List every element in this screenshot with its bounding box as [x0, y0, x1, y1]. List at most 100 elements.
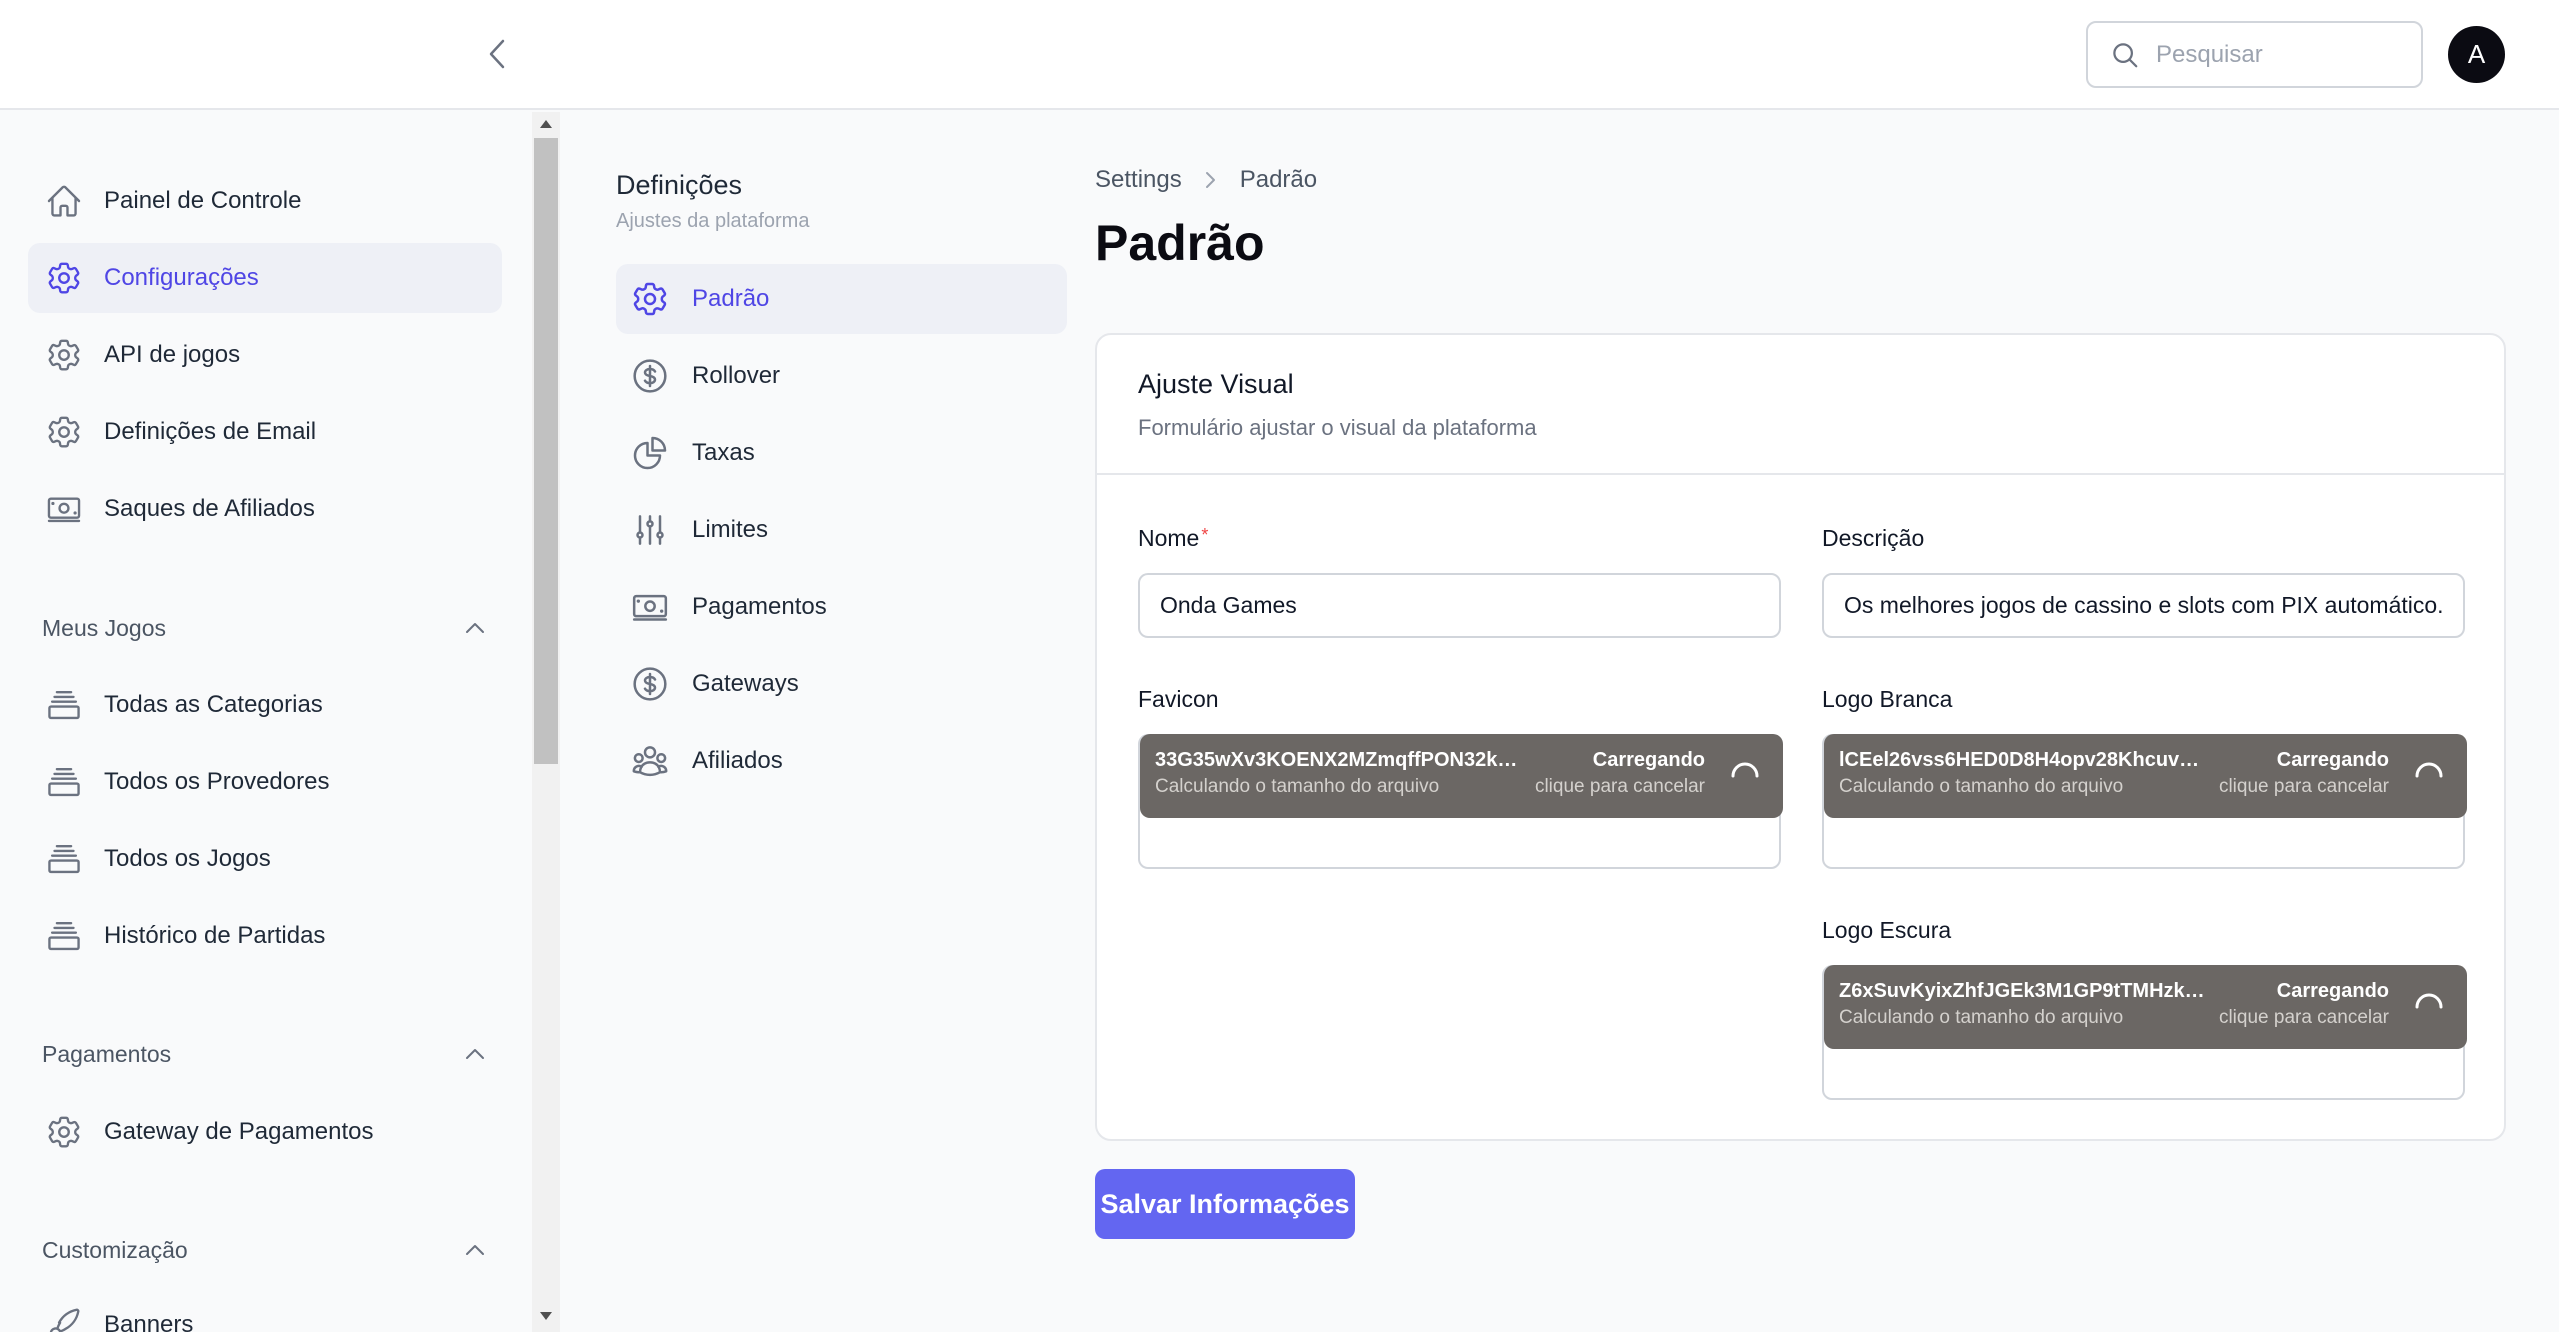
- descricao-input[interactable]: [1822, 573, 2465, 638]
- sidebar-item-todas-as-categorias[interactable]: Todas as Categorias: [28, 670, 502, 740]
- sidebar-item-label: Histórico de Partidas: [104, 922, 326, 949]
- file-upload-item[interactable]: lCEel26vss6HED0D8H4opv28Khcuv63zvW... Ca…: [1824, 734, 2467, 818]
- sidebar-item-label: Configurações: [104, 264, 259, 291]
- home-icon: [44, 181, 84, 221]
- sidebar-item-painel-de-controle[interactable]: Painel de Controle: [28, 166, 502, 236]
- stack-icon: [44, 762, 84, 802]
- nome-label-text: Nome: [1138, 525, 1200, 551]
- chevron-up-icon: [466, 623, 484, 633]
- sidebar-item-label: Todos os Provedores: [104, 768, 330, 795]
- breadcrumb-current[interactable]: Padrão: [1240, 166, 1317, 194]
- page-title: Padrão: [1095, 215, 1265, 271]
- brush-icon: [44, 1305, 84, 1332]
- file-status: Carregando: [2276, 980, 2389, 1002]
- file-status: Carregando: [1592, 749, 1705, 771]
- nome-input[interactable]: [1138, 573, 1781, 638]
- settings-nav-item-afiliados[interactable]: Afiliados: [616, 726, 1067, 796]
- sidebar-item-definicoes-de-email[interactable]: Definições de Email: [28, 397, 502, 467]
- settings-nav-subtitle: Ajustes da plataforma: [616, 210, 810, 232]
- sidebar-scrollbar[interactable]: [532, 112, 560, 1332]
- chevron-up-icon: [466, 1245, 484, 1255]
- settings-nav-item-rollover[interactable]: Rollover: [616, 341, 1067, 411]
- file-status: Carregando: [2276, 749, 2389, 771]
- file-name: lCEel26vss6HED0D8H4opv28Khcuv63zvW...: [1839, 749, 2209, 771]
- cancel-upload-link[interactable]: clique para cancelar: [1535, 776, 1705, 798]
- favicon-label: Favicon: [1138, 686, 1219, 712]
- settings-nav-item-gateways[interactable]: Gateways: [616, 649, 1067, 719]
- section-title: Customização: [42, 1236, 188, 1263]
- section-toggle-meus-jogos[interactable]: Meus Jogos: [42, 608, 486, 648]
- settings-nav-label: Padrão: [692, 285, 770, 312]
- file-upload-item[interactable]: 33G35wXv3KOENX2MZmqffPON32ksR2x... Calcu…: [1140, 734, 1783, 818]
- settings-nav-item-taxas[interactable]: Taxas: [616, 418, 1067, 488]
- gear-icon: [44, 335, 84, 375]
- settings-nav-item-limites[interactable]: Limites: [616, 495, 1067, 565]
- settings-nav-item-padrao[interactable]: Padrão: [616, 264, 1067, 334]
- section-title: Pagamentos: [42, 1040, 172, 1067]
- sidebar-item-historico-de-partidas[interactable]: Histórico de Partidas: [28, 901, 502, 971]
- file-upload-item[interactable]: Z6xSuvKyixZhfJGEk3M1GP9tTMHzkjlRm... Cal…: [1824, 965, 2467, 1049]
- banknote-icon: [630, 587, 670, 627]
- dollar-circle-icon: [630, 664, 670, 704]
- scroll-down-arrow[interactable]: [540, 1312, 552, 1320]
- settings-nav-label: Gateways: [692, 670, 799, 697]
- sidebar-item-api-de-jogos[interactable]: API de jogos: [28, 320, 502, 390]
- sidebar-item-banners[interactable]: Banners: [28, 1290, 502, 1332]
- favicon-dropzone[interactable]: 33G35wXv3KOENX2MZmqffPON32ksR2x... Calcu…: [1138, 734, 1783, 869]
- section-toggle-pagamentos[interactable]: Pagamentos: [42, 1034, 486, 1074]
- sidebar-item-gateway-de-pagamentos[interactable]: Gateway de Pagamentos: [28, 1097, 502, 1167]
- settings-nav-item-pagamentos[interactable]: Pagamentos: [616, 572, 1067, 642]
- search-box[interactable]: [2086, 21, 2423, 88]
- search-input[interactable]: [2156, 40, 2386, 69]
- stack-icon: [44, 916, 84, 956]
- save-button[interactable]: Salvar Informações: [1095, 1169, 1355, 1239]
- card-title: Ajuste Visual: [1138, 369, 1294, 399]
- file-name: 33G35wXv3KOENX2MZmqffPON32ksR2x...: [1155, 749, 1525, 771]
- settings-nav-label: Pagamentos: [692, 593, 827, 620]
- scroll-up-arrow[interactable]: [540, 120, 552, 128]
- sidebar-item-label: Todos os Jogos: [104, 845, 271, 872]
- file-name: Z6xSuvKyixZhfJGEk3M1GP9tTMHzkjlRm...: [1839, 980, 2209, 1002]
- dollar-circle-icon: [630, 356, 670, 396]
- logo-branca-dropzone[interactable]: lCEel26vss6HED0D8H4opv28Khcuv63zvW... Ca…: [1822, 734, 2467, 869]
- chevron-up-icon: [466, 1049, 484, 1059]
- loading-spinner-icon: [1731, 762, 1759, 778]
- settings-nav-label: Afiliados: [692, 747, 783, 774]
- sidebar-item-saques-de-afiliados[interactable]: Saques de Afiliados: [28, 474, 502, 544]
- sidebar-item-configuracoes[interactable]: Configurações: [28, 243, 502, 313]
- sidebar-item-label: API de jogos: [104, 341, 241, 368]
- cancel-upload-link[interactable]: clique para cancelar: [2219, 776, 2389, 798]
- settings-nav-title: Definições: [616, 170, 743, 200]
- cancel-upload-link[interactable]: clique para cancelar: [2219, 1007, 2389, 1029]
- sidebar-item-label: Painel de Controle: [104, 187, 302, 214]
- sidebar-item-label: Definições de Email: [104, 418, 317, 445]
- gear-icon: [630, 279, 670, 319]
- top-bar: A: [0, 0, 2559, 110]
- gear-icon: [44, 1112, 84, 1152]
- file-size: Calculando o tamanho do arquivo: [1839, 776, 2124, 797]
- pie-chart-icon: [630, 433, 670, 473]
- file-size: Calculando o tamanho do arquivo: [1155, 776, 1440, 797]
- settings-nav-label: Taxas: [692, 439, 755, 466]
- settings-nav-label: Limites: [692, 516, 769, 543]
- sidebar: Painel de Controle Configurações API de …: [0, 112, 532, 1332]
- sidebar-item-todos-os-jogos[interactable]: Todos os Jogos: [28, 824, 502, 894]
- descricao-label: Descrição: [1822, 525, 1925, 551]
- required-mark: *: [1201, 525, 1209, 545]
- gear-icon: [44, 258, 84, 298]
- stack-icon: [44, 839, 84, 879]
- logo-escura-dropzone[interactable]: Z6xSuvKyixZhfJGEk3M1GP9tTMHzkjlRm... Cal…: [1822, 965, 2467, 1100]
- search-icon: [2113, 42, 2138, 67]
- section-toggle-customizacao[interactable]: Customização: [42, 1230, 486, 1270]
- breadcrumb-link-settings[interactable]: Settings: [1095, 166, 1182, 194]
- file-size: Calculando o tamanho do arquivo: [1839, 1007, 2124, 1028]
- collapse-sidebar-button[interactable]: [478, 34, 518, 74]
- sidebar-item-label: Todas as Categorias: [104, 691, 323, 718]
- sidebar-item-label: Banners: [104, 1311, 194, 1332]
- sidebar-item-todos-os-provedores[interactable]: Todos os Provedores: [28, 747, 502, 817]
- card-header: Ajuste Visual Formulário ajustar o visua…: [1097, 335, 2504, 475]
- nome-label: Nome *: [1138, 525, 1208, 552]
- avatar[interactable]: A: [2448, 26, 2505, 83]
- scrollbar-thumb[interactable]: [534, 138, 558, 764]
- card-subtitle: Formulário ajustar o visual da plataform…: [1138, 415, 1537, 440]
